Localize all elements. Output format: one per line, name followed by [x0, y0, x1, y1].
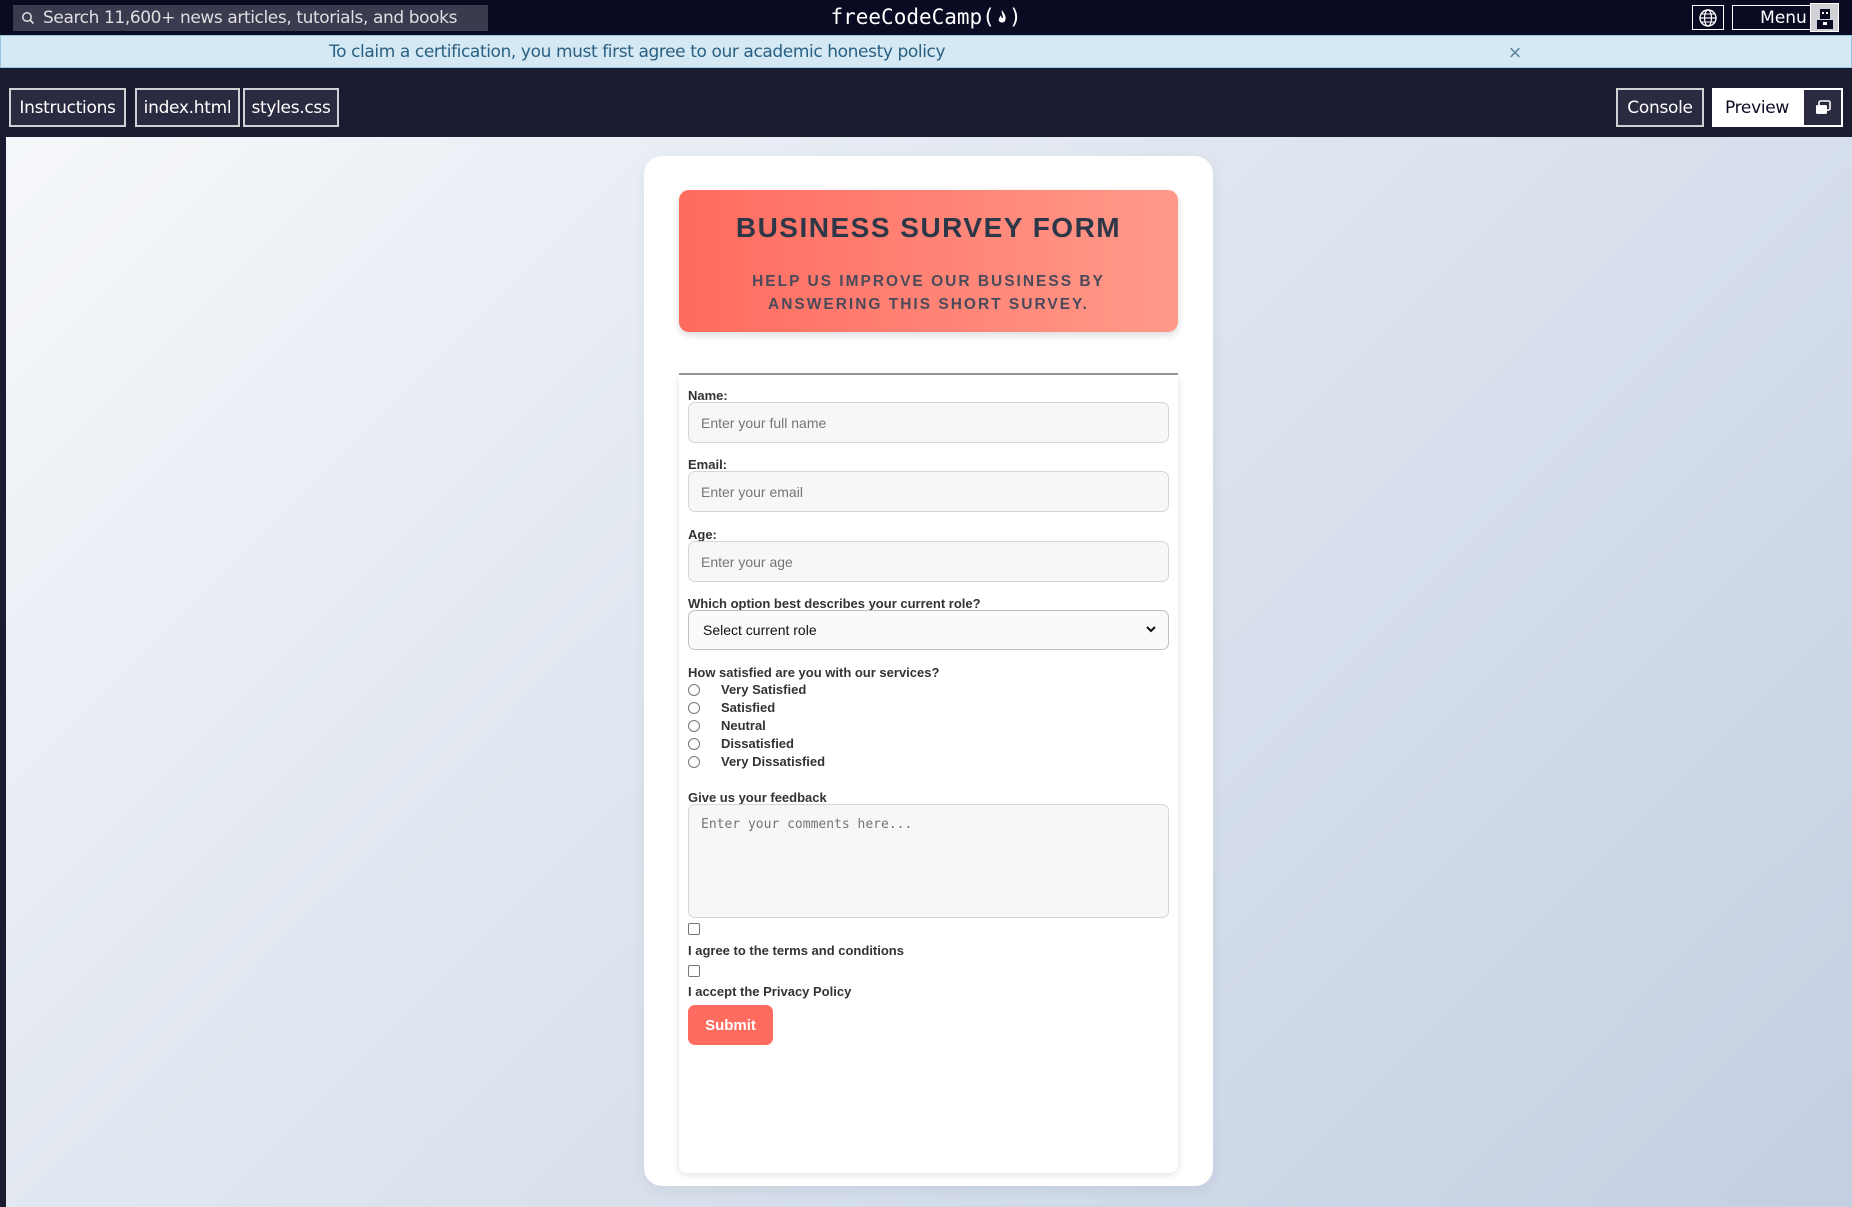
submit-button[interactable]: Submit: [688, 1005, 773, 1045]
email-field[interactable]: Enter your email: [688, 471, 1169, 512]
name-field[interactable]: Enter your full name: [688, 402, 1169, 443]
popout-icon: [1815, 99, 1831, 114]
survey-header: BUSINESS SURVEY FORM Help us improve our…: [679, 190, 1178, 332]
tab-styles-css[interactable]: styles.css: [243, 88, 339, 127]
radio-option[interactable]: Dissatisfied: [688, 736, 794, 751]
globe-icon: [1699, 8, 1717, 27]
radio-option[interactable]: Neutral: [688, 718, 766, 733]
search-input[interactable]: Search 11,600+ news articles, tutorials,…: [43, 8, 457, 28]
survey-form: Name: Enter your full name Email: Enter …: [679, 375, 1178, 1173]
radio-option[interactable]: Very Dissatisfied: [688, 754, 825, 769]
tab-index-html[interactable]: index.html: [135, 88, 240, 127]
survey-subtitle: Help us improve our business by answerin…: [752, 273, 1105, 313]
logo-text: freeCodeCamp: [830, 5, 983, 29]
chevron-down-icon: [1146, 626, 1156, 633]
top-navbar: Search 11,600+ news articles, tutorials,…: [0, 0, 1852, 35]
radio-label: Neutral: [721, 718, 766, 733]
search-icon: [13, 11, 43, 25]
radio-button[interactable]: [688, 720, 700, 732]
flame-icon: (): [982, 5, 1022, 29]
privacy-label: I accept the Privacy Policy: [688, 984, 852, 999]
terms-checkbox[interactable]: [688, 923, 700, 935]
role-select-value: Select current role: [703, 622, 817, 638]
honesty-policy-banner: To claim a certification, you must first…: [0, 35, 1852, 68]
age-field[interactable]: Enter your age: [688, 541, 1169, 582]
search-bar[interactable]: Search 11,600+ news articles, tutorials,…: [13, 5, 488, 31]
radio-label: Very Dissatisfied: [721, 754, 826, 769]
radio-button[interactable]: [688, 738, 700, 750]
radio-label: Dissatisfied: [721, 736, 794, 751]
popout-preview-button[interactable]: [1802, 88, 1843, 127]
survey-card: BUSINESS SURVEY FORM Help us improve our…: [644, 156, 1213, 1186]
radio-label: Satisfied: [721, 700, 776, 715]
preview-pane: BUSINESS SURVEY FORM Help us improve our…: [6, 137, 1852, 1207]
terms-label: I agree to the terms and conditions: [688, 943, 904, 958]
role-select[interactable]: Select current role: [688, 610, 1169, 650]
survey-title: BUSINESS SURVEY FORM: [735, 212, 1122, 243]
avatar-icon[interactable]: [1810, 3, 1839, 32]
banner-text[interactable]: To claim a certification, you must first…: [329, 42, 946, 62]
age-label: Age:: [688, 527, 717, 542]
tab-instructions[interactable]: Instructions: [9, 88, 126, 127]
radio-button[interactable]: [688, 756, 700, 768]
radio-label: Very Satisfied: [721, 682, 807, 697]
radio-button[interactable]: [688, 684, 700, 696]
radio-option[interactable]: Very Satisfied: [688, 682, 806, 697]
editor-tab-bar: Instructions index.html styles.css Conso…: [0, 68, 1852, 137]
close-icon[interactable]: ×: [1503, 40, 1527, 66]
name-label: Name:: [688, 388, 728, 403]
tab-preview[interactable]: Preview: [1712, 88, 1802, 127]
radio-option[interactable]: Satisfied: [688, 700, 775, 715]
feedback-textarea[interactable]: Enter your comments here...: [688, 804, 1169, 918]
satisfaction-question: How satisfied are you with our services?: [688, 665, 940, 680]
feedback-label: Give us your feedback: [688, 790, 827, 805]
role-label: Which option best describes your current…: [688, 596, 981, 611]
privacy-checkbox[interactable]: [688, 965, 700, 977]
email-label: Email:: [688, 457, 728, 472]
language-button[interactable]: [1692, 5, 1724, 30]
tab-console[interactable]: Console: [1616, 88, 1704, 127]
radio-button[interactable]: [688, 702, 700, 714]
